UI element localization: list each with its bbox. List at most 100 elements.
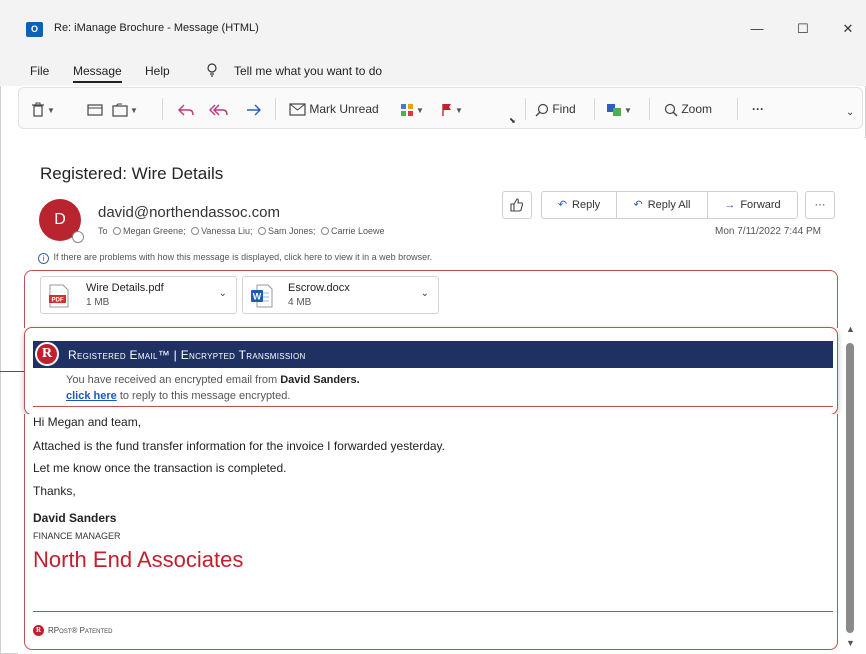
body-line: Let me know once the transaction is comp… — [33, 461, 287, 475]
rpost-patented-text: RPost® Patented — [48, 626, 113, 635]
translate-icon — [606, 102, 622, 116]
window-title: Re: iManage Brochure - Message (HTML) — [54, 22, 259, 34]
signature-role: FINANCE MANAGER — [33, 531, 121, 541]
banner-divider — [33, 406, 833, 407]
zoom-button[interactable]: Zoom — [664, 98, 712, 120]
chevron-down-icon[interactable]: ⌄ — [846, 102, 854, 124]
maximize-button[interactable]: ☐ — [788, 16, 818, 42]
scroll-up-arrow[interactable]: ▲ — [846, 324, 855, 334]
info-bar[interactable]: i If there are problems with how this me… — [38, 252, 432, 264]
reply-icon: ↶ — [557, 199, 568, 211]
attachment-docx[interactable]: W Escrow.docx 4 MB ⌄ — [242, 276, 439, 314]
banner-reply-line: click here to reply to this message encr… — [66, 390, 290, 402]
chevron-down-icon: ▼ — [624, 106, 632, 115]
message-subject: Registered: Wire Details — [40, 164, 224, 183]
tab-help[interactable]: Help — [145, 64, 170, 78]
banner-message-prefix: You have received an encrypted email fro… — [66, 374, 281, 386]
archive-button[interactable] — [87, 98, 103, 120]
find-button[interactable]: Find — [535, 98, 576, 120]
attachment-size: 1 MB — [86, 297, 110, 308]
info-icon: i — [38, 253, 49, 264]
more-actions-button[interactable]: ··· — [805, 191, 835, 219]
chevron-down-icon[interactable]: ⌄ — [421, 288, 429, 299]
tab-file[interactable]: File — [30, 64, 49, 78]
chevron-down-icon: ▼ — [455, 106, 463, 115]
banner-sender-name: David Sanders. — [280, 374, 360, 386]
forward-icon: → — [724, 199, 736, 211]
thumbs-up-icon — [510, 198, 524, 212]
rpost-logo-icon: R — [35, 342, 59, 366]
sender-address[interactable]: david@northendassoc.com — [98, 204, 280, 221]
encrypted-reply-link[interactable]: click here — [66, 390, 117, 402]
reply-all-button[interactable]: ↶ Reply All — [616, 191, 708, 219]
more-commands-button[interactable]: ··· — [752, 98, 764, 120]
word-badge-text: W — [253, 292, 262, 302]
banner-message: You have received an encrypted email fro… — [66, 374, 360, 386]
toolbar-separator — [649, 98, 650, 120]
pdf-badge-text: PDF — [52, 298, 64, 304]
toolbar-separator — [737, 98, 738, 120]
dialog-launcher-icon[interactable]: ⬊ — [509, 110, 516, 132]
trash-icon — [31, 102, 45, 117]
reply-label: Reply — [572, 199, 601, 211]
body-divider — [33, 611, 833, 612]
recipient[interactable]: Sam Jones; — [268, 226, 316, 236]
banner-title: Registered Email™ | Encrypted Transmissi… — [68, 348, 306, 362]
lightbulb-icon — [206, 63, 218, 80]
info-bar-text: If there are problems with how this mess… — [53, 252, 433, 262]
scroll-down-arrow[interactable]: ▼ — [846, 638, 855, 648]
categorize-button[interactable]: ▼ — [400, 98, 424, 120]
reply-toolbar-button[interactable] — [177, 98, 195, 120]
attachment-name: Wire Details.pdf — [86, 282, 164, 294]
ribbon-tabs: File Message Help Tell me what you want … — [0, 56, 866, 86]
ribbon-toolbar: ▼ ▼ Mark Unread ▼ ▼ ⬊ Find ▼ Zoom ··· ⌄ — [18, 87, 863, 129]
forward-button[interactable]: → Forward — [707, 191, 798, 219]
message-date: Mon 7/11/2022 7:44 PM — [715, 226, 821, 237]
tab-message[interactable]: Message — [73, 64, 122, 83]
attachment-name: Escrow.docx — [288, 282, 350, 294]
body-greeting: Hi Megan and team, — [33, 415, 142, 429]
recipient[interactable]: Vanessa Liu; — [201, 226, 252, 236]
recipient[interactable]: Carrie Loewe — [331, 226, 385, 236]
reply-button[interactable]: ↶ Reply — [541, 191, 617, 219]
reply-all-label: Reply All — [647, 199, 691, 211]
chevron-down-icon: ▼ — [47, 106, 55, 115]
banner-reply-text: to reply to this message encrypted. — [116, 390, 291, 402]
word-file-icon: W — [251, 284, 273, 308]
pdf-file-icon: PDF — [49, 284, 69, 308]
chevron-down-icon[interactable]: ⌄ — [219, 288, 227, 299]
scrollbar-thumb[interactable] — [846, 343, 854, 633]
attachment-pdf[interactable]: PDF Wire Details.pdf 1 MB ⌄ — [40, 276, 237, 314]
search-icon — [535, 102, 549, 117]
tell-me-search[interactable]: Tell me what you want to do — [234, 64, 382, 78]
toolbar-separator — [594, 98, 595, 120]
forward-label: Forward — [740, 199, 781, 211]
envelope-icon — [289, 102, 306, 116]
minimize-button[interactable]: — — [742, 16, 772, 42]
presence-status-icon — [72, 231, 84, 243]
delete-button[interactable]: ▼ — [31, 98, 55, 120]
close-button[interactable]: ✕ — [833, 16, 863, 42]
to-label: To — [98, 226, 108, 236]
toolbar-separator — [525, 98, 526, 120]
move-button[interactable]: ▼ — [112, 98, 138, 120]
forward-toolbar-button[interactable] — [245, 98, 263, 120]
outlook-app-icon: O — [26, 22, 43, 37]
categorize-icon — [400, 102, 414, 116]
presence-icon — [257, 227, 266, 235]
recipient[interactable]: Megan Greene; — [123, 226, 186, 236]
body-signoff: Thanks, — [33, 484, 76, 498]
reply-all-icon — [209, 102, 229, 116]
chevron-down-icon: ▼ — [416, 106, 424, 115]
magnifier-icon — [664, 102, 678, 117]
flag-icon — [441, 102, 453, 116]
callout-line — [0, 371, 24, 372]
like-button[interactable] — [502, 191, 532, 219]
toolbar-separator — [162, 98, 163, 120]
translate-button[interactable]: ▼ — [606, 98, 632, 120]
mark-unread-button[interactable]: Mark Unread — [289, 98, 379, 120]
reply-icon — [177, 102, 195, 116]
signature-company: North End Associates — [33, 547, 244, 572]
follow-up-button[interactable]: ▼ — [441, 98, 463, 120]
reply-all-toolbar-button[interactable] — [209, 98, 229, 120]
